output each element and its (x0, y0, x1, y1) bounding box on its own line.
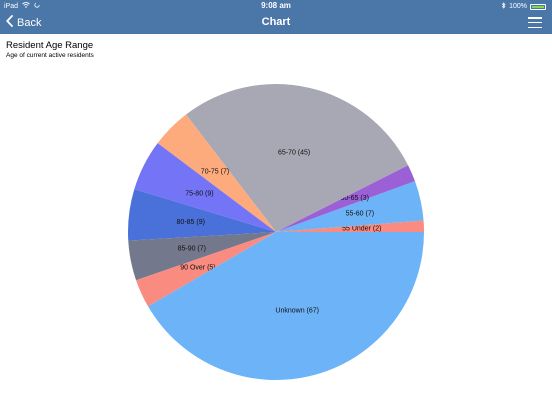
pie-slice-label: 65-70 (45) (278, 150, 310, 157)
pie-slice-label: 55-60 (7) (346, 211, 374, 218)
pie-chart: 55 Under (2)55-60 (7)60-65 (3)65-70 (45)… (128, 84, 425, 380)
pie-slice-label: Unknown (67) (275, 308, 319, 315)
pie-slice-label: 55 Under (2) (342, 226, 381, 233)
pie-slice-label: 85-90 (7) (178, 246, 206, 253)
pie-slice-label: 80-85 (9) (177, 219, 205, 226)
pie-slice-label: 75-80 (9) (185, 190, 213, 197)
pie-slice-label: 70-75 (7) (201, 169, 229, 176)
